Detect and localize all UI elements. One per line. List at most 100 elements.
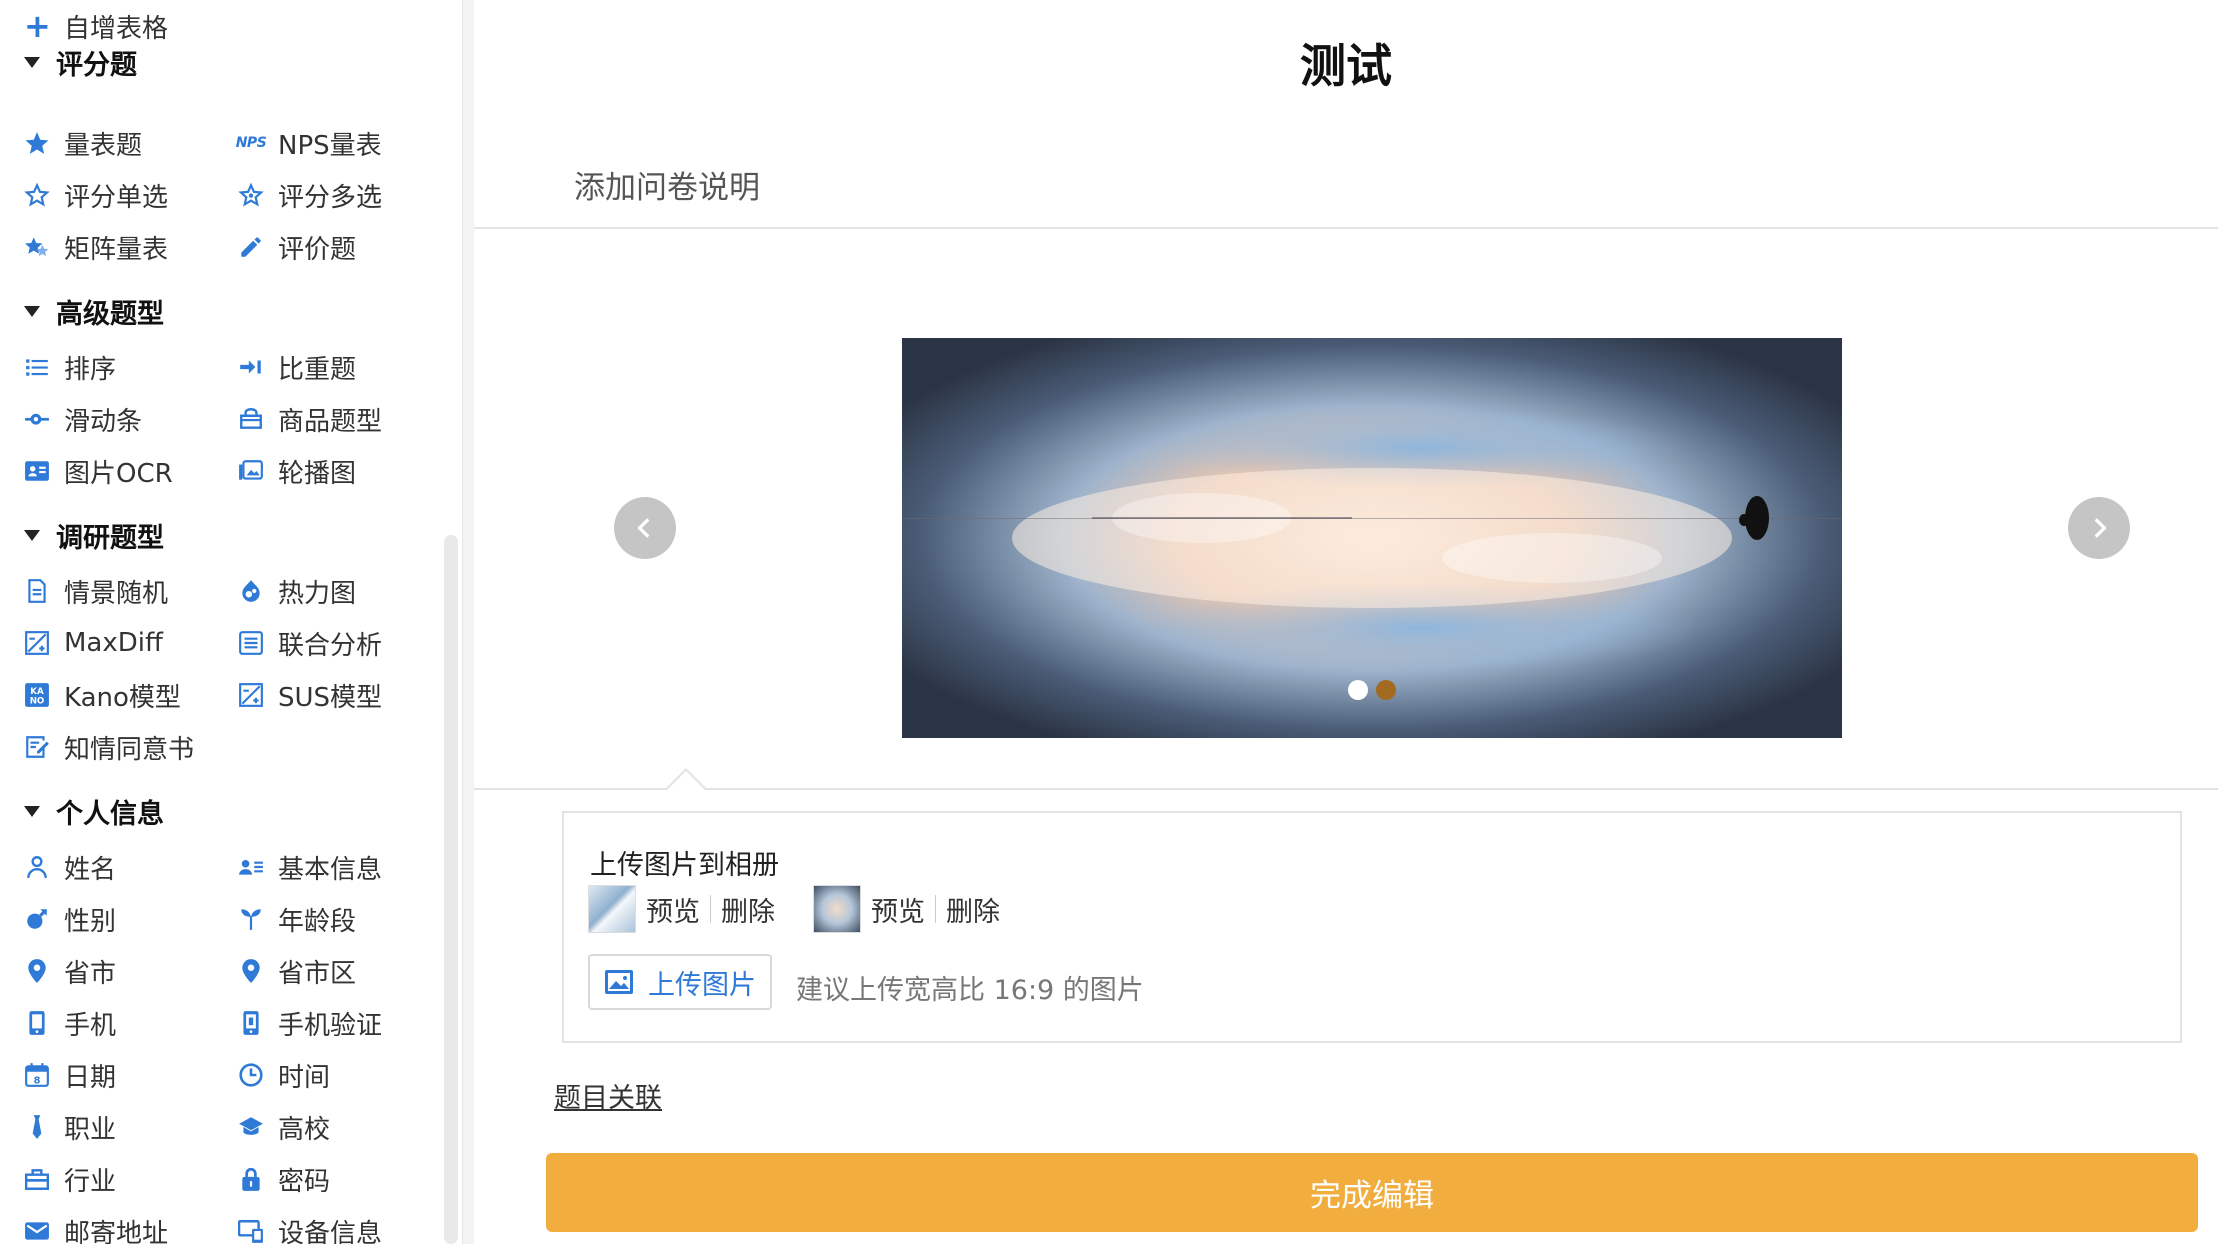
delete-link[interactable]: 删除 (946, 890, 1000, 929)
sidebar-item-industry[interactable]: 行业 (24, 1159, 116, 1199)
sidebar-item-carousel[interactable]: 轮播图 (238, 451, 356, 491)
pencil-icon (238, 234, 264, 260)
sidebar-item-scenario-random[interactable]: 情景随机 (24, 571, 168, 611)
sidebar-divider (462, 0, 474, 1244)
question-relation-link[interactable]: 题目关联 (554, 1076, 662, 1115)
divider (474, 788, 2218, 790)
shop-icon (238, 406, 264, 432)
phone-verify-icon (238, 1010, 264, 1036)
sidebar-item-matrix-scale[interactable]: 矩阵量表 (24, 227, 168, 267)
upload-image-button[interactable]: 上传图片 (588, 954, 772, 1010)
carousel-image[interactable] (902, 338, 1842, 738)
sidebar-item-mailing-address[interactable]: 邮寄地址 (24, 1211, 168, 1244)
sidebar-item-rating-single[interactable]: 评分单选 (24, 175, 168, 215)
section-title-personal-info[interactable]: 个人信息 (24, 791, 164, 831)
carousel-prev-button[interactable] (614, 497, 676, 559)
briefcase-icon (24, 1166, 50, 1192)
sidebar-item-add-table[interactable]: + 自增表格 (24, 6, 168, 46)
sidebar-item-heatmap[interactable]: 热力图 (238, 571, 356, 611)
sidebar-item-basic-info[interactable]: 基本信息 (238, 847, 382, 887)
sidebar-item-occupation[interactable]: 职业 (24, 1107, 116, 1147)
weight-icon (238, 354, 264, 380)
sidebar-item-phone-verify[interactable]: 手机验证 (238, 1003, 382, 1043)
person-icon (24, 854, 50, 880)
uploaded-images: 预览 删除 预览 删除 (588, 885, 1038, 933)
sidebar-item-device-info[interactable]: 设备信息 (238, 1211, 382, 1244)
star-half-icon (24, 234, 50, 260)
sidebar-item-university[interactable]: 高校 (238, 1107, 330, 1147)
sidebar-item-image-ocr[interactable]: 图片OCR (24, 451, 173, 491)
sidebar-item-phone[interactable]: 手机 (24, 1003, 116, 1043)
question-type-sidebar: + 自增表格 评分题 量表题 NPS NPS量表 评分单选 评分多选 矩阵量表 … (0, 0, 462, 1244)
sidebar-item-nps[interactable]: NPS NPS量表 (236, 123, 382, 163)
svg-text:KA: KA (30, 687, 44, 697)
sidebar-item-label: 自增表格 (64, 13, 169, 44)
carousel-next-button[interactable] (2068, 497, 2130, 559)
sidebar-item-province-city-district[interactable]: 省市区 (238, 951, 356, 991)
survey-editor: 测试 添加问卷说明 上传图片到相册 预览 删除 预览 删除 上传图片 建议上传宽… (474, 0, 2218, 1244)
star-outline-icon (24, 182, 50, 208)
sidebar-item-age[interactable]: 年龄段 (238, 899, 356, 939)
sidebar-item-maxdiff[interactable]: MaxDiff (24, 623, 163, 663)
carousel-dot[interactable] (1348, 680, 1368, 700)
age-icon (238, 906, 264, 932)
kano-icon: KA NO (24, 682, 50, 708)
document-icon (24, 578, 50, 604)
sidebar-item-password[interactable]: 密码 (238, 1159, 330, 1199)
caret-down-icon (24, 56, 40, 68)
mail-icon (24, 1218, 50, 1244)
lock-icon (238, 1166, 264, 1192)
section-title-advanced[interactable]: 高级题型 (24, 291, 164, 331)
conjoint-icon (238, 630, 264, 656)
sidebar-item-sus[interactable]: SUS模型 (238, 675, 382, 715)
sidebar-item-rating-multi[interactable]: 评分多选 (238, 175, 382, 215)
chevron-right-icon (2094, 518, 2107, 538)
device-icon (238, 1218, 264, 1244)
sidebar-item-scale[interactable]: 量表题 (24, 123, 142, 163)
finish-editing-button[interactable]: 完成编辑 (546, 1153, 2198, 1232)
calendar-icon: 8 (24, 1062, 50, 1088)
image-thumbnail[interactable] (813, 885, 861, 933)
delete-link[interactable]: 删除 (721, 890, 775, 929)
preview-link[interactable]: 预览 (646, 890, 700, 929)
graduation-cap-icon (238, 1114, 264, 1140)
preview-link[interactable]: 预览 (871, 890, 925, 929)
plus-icon: + (24, 7, 51, 45)
image-thumbnail[interactable] (588, 885, 636, 933)
carousel-indicators (902, 680, 1842, 700)
sidebar-item-ranking[interactable]: 排序 (24, 347, 116, 387)
sidebar-item-name[interactable]: 姓名 (24, 847, 116, 887)
tie-icon (24, 1114, 50, 1140)
sidebar-item-weight[interactable]: 比重题 (238, 347, 356, 387)
separator (935, 895, 936, 923)
carousel-dot-active[interactable] (1376, 680, 1396, 700)
svg-text:NO: NO (30, 697, 45, 707)
sidebar-item-gender[interactable]: 性别 (24, 899, 116, 939)
sidebar-item-kano[interactable]: KA NO Kano模型 (24, 675, 181, 715)
consent-icon (24, 734, 50, 760)
heatmap-icon (238, 578, 264, 604)
maxdiff-icon (24, 630, 50, 656)
sidebar-item-review[interactable]: 评价题 (238, 227, 356, 267)
survey-description[interactable]: 添加问卷说明 (574, 162, 760, 207)
section-title-rating[interactable]: 评分题 (24, 42, 137, 82)
sus-icon (238, 682, 264, 708)
sidebar-item-time[interactable]: 时间 (238, 1055, 330, 1095)
sidebar-item-consent[interactable]: 知情同意书 (24, 727, 194, 767)
sky-reflection-image (902, 338, 1842, 738)
survey-title[interactable]: 测试 (474, 30, 2218, 96)
contact-list-icon (238, 854, 264, 880)
sidebar-scrollbar[interactable] (444, 535, 458, 1244)
section-title-research[interactable]: 调研题型 (24, 515, 164, 555)
sidebar-item-date[interactable]: 8 日期 (24, 1055, 116, 1095)
sidebar-item-product[interactable]: 商品题型 (238, 399, 382, 439)
sidebar-item-province-city[interactable]: 省市 (24, 951, 116, 991)
phone-icon (24, 1010, 50, 1036)
svg-text:8: 8 (34, 1076, 41, 1087)
carousel-icon (238, 458, 264, 484)
caret-down-icon (24, 305, 40, 317)
sidebar-item-conjoint[interactable]: 联合分析 (238, 623, 382, 663)
sidebar-item-slider[interactable]: 滑动条 (24, 399, 142, 439)
id-card-icon (24, 458, 50, 484)
divider (474, 227, 2218, 229)
